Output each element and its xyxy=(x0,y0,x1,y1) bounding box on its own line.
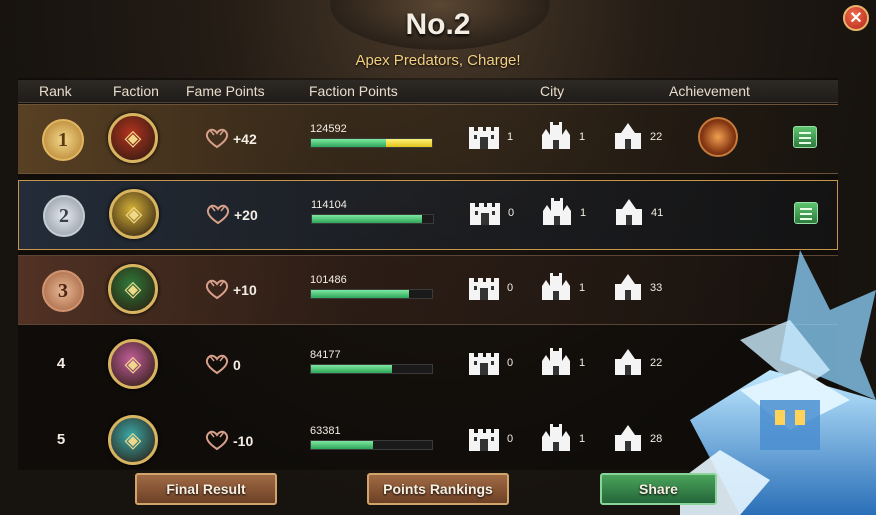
faction-points-value: 63381 xyxy=(310,425,341,437)
header-city: City xyxy=(540,83,565,99)
table-header: Rank Faction Fame Points Faction Points … xyxy=(18,80,838,103)
close-button[interactable]: ✕ xyxy=(843,5,869,31)
city-town-icon xyxy=(610,423,646,453)
faction-points-bar xyxy=(310,289,433,299)
header-fame: Fame Points xyxy=(186,83,265,99)
table-row: 2 ◈ +20 114104 0 1 41 xyxy=(18,180,838,250)
city-castle-count: 1 xyxy=(579,282,586,294)
details-list-button[interactable] xyxy=(794,202,818,224)
city-castle-icon xyxy=(538,347,574,377)
city-town-icon xyxy=(610,272,646,302)
share-button[interactable]: Share xyxy=(600,473,717,505)
faction-points-value: 114104 xyxy=(311,199,347,211)
city-town-count: 28 xyxy=(650,433,663,445)
lion-icon: ◈ xyxy=(108,113,158,163)
city-fortress-icon xyxy=(466,121,502,151)
city-town-count: 41 xyxy=(651,207,664,219)
header-faction-points: Faction Points xyxy=(309,83,398,99)
rank-badge-icon: 1 xyxy=(42,119,84,161)
page-subtitle: Apex Predators, Charge! xyxy=(355,52,521,69)
header-faction: Faction xyxy=(113,83,159,99)
city-town-count: 33 xyxy=(650,282,663,294)
rank-badge-icon: 2 xyxy=(43,195,85,237)
dragon-icon: ◈ xyxy=(108,339,158,389)
faction-points-bar-fill xyxy=(312,215,423,223)
rank-badge-icon: 3 xyxy=(42,270,84,312)
kraken-icon: ◈ xyxy=(108,415,158,465)
city-town-count: 22 xyxy=(650,131,663,143)
close-icon: ✕ xyxy=(849,10,863,27)
fame-points-value: +10 xyxy=(233,282,257,298)
fame-points-icon xyxy=(204,278,230,300)
city-fortress-count: 0 xyxy=(508,207,515,219)
faction-points-bar-fill xyxy=(311,441,373,449)
final-result-button[interactable]: Final Result xyxy=(135,473,277,505)
faction-points-bar xyxy=(310,440,433,450)
city-fortress-icon xyxy=(466,423,502,453)
faction-points-bar xyxy=(310,364,433,374)
header-rank: Rank xyxy=(39,83,72,99)
fame-points-value: +42 xyxy=(233,131,257,147)
city-castle-count: 1 xyxy=(579,131,586,143)
city-fortress-count: 0 xyxy=(507,357,514,369)
city-castle-icon xyxy=(539,197,575,227)
faction-points-bar xyxy=(311,214,434,224)
skull-icon: ◈ xyxy=(108,264,158,314)
city-castle-icon xyxy=(538,272,574,302)
city-fortress-icon xyxy=(467,197,503,227)
wolf-icon: ◈ xyxy=(109,189,159,239)
details-list-button[interactable] xyxy=(793,126,817,148)
page-title: No.2 xyxy=(405,8,471,41)
city-fortress-icon xyxy=(466,347,502,377)
faction-points-bar-bonus xyxy=(386,139,432,147)
city-town-count: 22 xyxy=(650,357,663,369)
fame-points-icon xyxy=(204,353,230,375)
city-town-icon xyxy=(610,121,646,151)
rank-number: 5 xyxy=(56,431,66,448)
city-fortress-count: 0 xyxy=(507,282,514,294)
faction-points-bar-fill xyxy=(311,139,387,147)
city-fortress-count: 0 xyxy=(507,433,514,445)
faction-points-value: 101486 xyxy=(310,274,347,286)
fame-points-icon xyxy=(205,203,231,225)
city-town-icon xyxy=(611,197,647,227)
faction-points-value: 84177 xyxy=(310,349,341,361)
city-town-icon xyxy=(610,347,646,377)
achievement-badge-icon[interactable] xyxy=(698,117,738,157)
city-castle-icon xyxy=(538,121,574,151)
faction-points-bar xyxy=(310,138,433,148)
faction-points-value: 124592 xyxy=(310,123,347,135)
fame-points-icon xyxy=(204,429,230,451)
fame-points-value: +20 xyxy=(234,207,258,223)
city-fortress-count: 1 xyxy=(507,131,514,143)
city-castle-count: 1 xyxy=(579,433,586,445)
fame-points-icon xyxy=(204,127,230,149)
faction-points-bar-fill xyxy=(311,290,409,298)
city-castle-icon xyxy=(538,423,574,453)
rank-number: 4 xyxy=(56,355,66,372)
city-fortress-icon xyxy=(466,272,502,302)
fame-points-value: -10 xyxy=(233,433,254,449)
points-rankings-button[interactable]: Points Rankings xyxy=(367,473,509,505)
faction-points-bar-fill xyxy=(311,365,393,373)
city-castle-count: 1 xyxy=(579,357,586,369)
fame-points-value: 0 xyxy=(233,357,241,373)
header-achievement: Achievement xyxy=(669,83,750,99)
city-castle-count: 1 xyxy=(580,207,587,219)
table-row: 1 ◈ +42 124592 1 1 22 xyxy=(18,104,838,174)
